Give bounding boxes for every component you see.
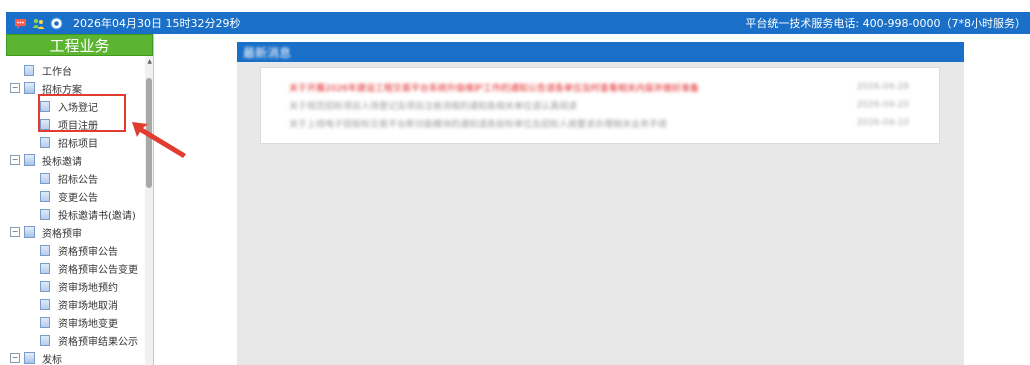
page-icon — [40, 298, 50, 310]
news-item-title[interactable]: 关于上线电子招投标交易平台新功能模块的通知请各投标单位及招标人按要求办理相关业务… — [289, 117, 849, 130]
page-icon — [40, 334, 50, 346]
folder-icon — [24, 154, 35, 166]
news-item[interactable]: 关于上线电子招投标交易平台新功能模块的通知请各投标单位及招标人按要求办理相关业务… — [289, 114, 909, 132]
news-item[interactable]: 关于开展2026年建设工程交易平台系统升级维护工作的通知公告请各单位及时查看相关… — [289, 78, 909, 96]
sidebar-item[interactable]: − 发标 — [6, 349, 153, 365]
collapse-icon[interactable]: − — [10, 155, 20, 165]
collapse-icon[interactable]: − — [10, 83, 20, 93]
news-item-date: 2026-04-20 — [856, 100, 909, 110]
sidebar-item[interactable]: 工作台 — [6, 61, 153, 79]
sidebar-item-label: 资格预审结果公示 — [58, 336, 138, 348]
page-icon — [40, 190, 50, 202]
help-icon[interactable] — [50, 16, 63, 30]
news-list: 关于开展2026年建设工程交易平台系统升级维护工作的通知公告请各单位及时查看相关… — [260, 67, 940, 144]
sidebar-item[interactable]: − 资格预审 — [6, 223, 153, 241]
sidebar-item[interactable]: 资审场地变更 — [6, 313, 153, 331]
current-datetime: 2026年04月30日 15时32分29秒 — [73, 17, 241, 30]
news-item-title[interactable]: 关于开展2026年建设工程交易平台系统升级维护工作的通知公告请各单位及时查看相关… — [289, 81, 849, 94]
sidebar-item-label: 资审场地取消 — [58, 300, 118, 312]
news-item-date: 2026-04-10 — [856, 118, 909, 128]
sidebar-item[interactable]: 变更公告 — [6, 187, 153, 205]
sidebar-item[interactable]: 投标邀请书(邀请) — [6, 205, 153, 223]
sidebar-item-label: 资格预审 — [42, 228, 82, 240]
highlight-box — [38, 94, 126, 132]
collapse-icon[interactable]: − — [10, 353, 20, 363]
sidebar-item-label: 资格预审公告变更 — [58, 264, 138, 276]
service-hotline: 平台统一技术服务电话: 400-998-0000（7*8小时服务） — [745, 17, 1026, 30]
sidebar-item-label: 变更公告 — [58, 192, 98, 204]
sidebar-item[interactable]: 资格预审公告 — [6, 241, 153, 259]
sidebar-title: 工程业务 — [6, 34, 153, 56]
sidebar-item-label: 资审场地预约 — [58, 282, 118, 294]
sidebar: 工程业务 工作台 − 招标方案 入场登记 项目注册 招标项目 − 投标邀请 招标公告 变更公告 投标… — [6, 34, 154, 365]
news-item-date: 2026-04-28 — [856, 82, 909, 92]
folder-icon — [24, 226, 35, 238]
users-icon[interactable] — [32, 17, 45, 30]
chat-icon[interactable] — [14, 17, 27, 30]
sidebar-item-label: 投标邀请 — [42, 156, 82, 168]
top-bar: 2026年04月30日 15时32分29秒 平台统一技术服务电话: 400-99… — [6, 12, 1030, 34]
folder-icon — [24, 82, 35, 94]
news-item[interactable]: 关于规范招标项目入场登记及项目注册流程的通知各相关单位请认真阅读 2026-04-… — [289, 96, 909, 114]
sidebar-item[interactable]: 资格预审结果公示 — [6, 331, 153, 349]
folder-icon — [24, 352, 35, 364]
page-icon — [40, 172, 50, 184]
page-icon — [40, 244, 50, 256]
sidebar-item-label: 发标 — [42, 354, 62, 365]
page-icon — [40, 280, 50, 292]
sidebar-item[interactable]: 资审场地预约 — [6, 277, 153, 295]
news-item-title[interactable]: 关于规范招标项目入场登记及项目注册流程的通知各相关单位请认真阅读 — [289, 99, 849, 112]
sidebar-item[interactable]: 招标公告 — [6, 169, 153, 187]
page-icon — [40, 208, 50, 220]
scroll-up-icon[interactable]: ▲ — [147, 58, 152, 65]
collapse-icon[interactable]: − — [10, 227, 20, 237]
page-icon — [40, 316, 50, 328]
sidebar-item-label: 资审场地变更 — [58, 318, 118, 330]
news-panel-title: 最新消息 — [243, 45, 292, 60]
page-icon — [40, 136, 50, 148]
sidebar-item-label: 工作台 — [42, 66, 72, 78]
news-panel-header: 最新消息 — [237, 42, 964, 62]
sidebar-item[interactable]: 资审场地取消 — [6, 295, 153, 313]
sidebar-item-label: 招标项目 — [58, 138, 98, 150]
sidebar-item-label: 投标邀请书(邀请) — [58, 210, 136, 222]
sidebar-item-label: 资格预审公告 — [58, 246, 118, 258]
page-icon — [40, 262, 50, 274]
annotation-arrow-icon — [132, 122, 186, 158]
topbar-icons — [14, 16, 63, 30]
sidebar-item[interactable]: 资格预审公告变更 — [6, 259, 153, 277]
page-icon — [24, 64, 34, 76]
sidebar-item-label: 招标公告 — [58, 174, 98, 186]
